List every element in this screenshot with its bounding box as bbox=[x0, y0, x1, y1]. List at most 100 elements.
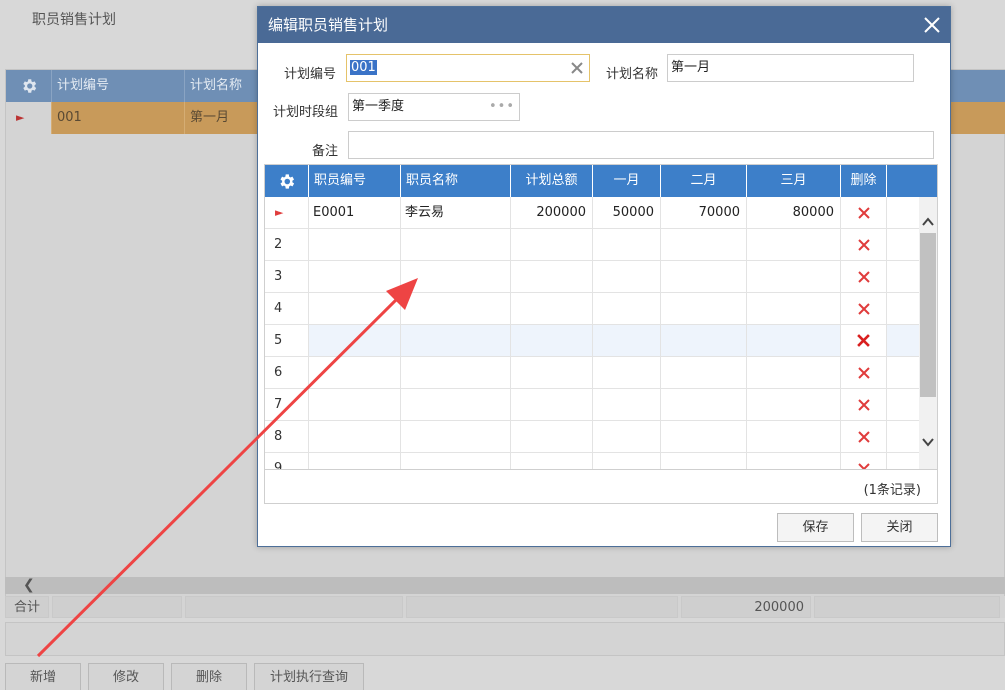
delete-row-icon[interactable] bbox=[841, 197, 887, 228]
delete-row-icon[interactable] bbox=[841, 357, 887, 388]
cell-month1[interactable] bbox=[593, 357, 661, 388]
table-row-hovered[interactable]: 5 bbox=[265, 325, 919, 357]
cell-month1[interactable] bbox=[593, 229, 661, 260]
column-header-emp-no[interactable]: 职员编号 bbox=[309, 165, 401, 197]
delete-row-icon[interactable] bbox=[841, 325, 887, 356]
column-header-emp-name[interactable]: 职员名称 bbox=[401, 165, 511, 197]
cell-month3[interactable] bbox=[747, 453, 841, 469]
cell-emp-no[interactable] bbox=[309, 261, 401, 292]
scroll-up-icon[interactable] bbox=[921, 215, 935, 229]
cell-month2[interactable]: 70000 bbox=[661, 197, 747, 228]
scrollbar-thumb[interactable] bbox=[920, 233, 936, 397]
cell-emp-no[interactable]: E0001 bbox=[309, 197, 401, 228]
cell-month1[interactable] bbox=[593, 325, 661, 356]
delete-row-icon[interactable] bbox=[841, 389, 887, 420]
cell-month2[interactable] bbox=[661, 389, 747, 420]
cell-month1[interactable]: 50000 bbox=[593, 197, 661, 228]
cell-emp-no[interactable] bbox=[309, 389, 401, 420]
plan-no-input[interactable]: 001 bbox=[346, 54, 590, 82]
cell-emp-no[interactable] bbox=[309, 229, 401, 260]
cell-total[interactable] bbox=[511, 357, 593, 388]
cell-emp-name[interactable] bbox=[401, 325, 511, 356]
table-row[interactable]: 4 bbox=[265, 293, 919, 325]
cell-month3[interactable] bbox=[747, 261, 841, 292]
cell-month3[interactable] bbox=[747, 325, 841, 356]
cell-month1[interactable] bbox=[593, 389, 661, 420]
cell-total[interactable] bbox=[511, 229, 593, 260]
delete-row-icon[interactable] bbox=[841, 229, 887, 260]
cell-emp-no[interactable] bbox=[309, 357, 401, 388]
close-button[interactable]: 关闭 bbox=[861, 513, 938, 542]
table-row[interactable]: 3 bbox=[265, 261, 919, 293]
vertical-scrollbar[interactable] bbox=[919, 197, 937, 469]
cell-total[interactable] bbox=[511, 453, 593, 469]
delete-row-icon[interactable] bbox=[841, 453, 887, 469]
cell-emp-name[interactable] bbox=[401, 293, 511, 324]
save-button[interactable]: 保存 bbox=[777, 513, 854, 542]
scroll-down-icon[interactable] bbox=[921, 435, 935, 449]
cell-month1[interactable] bbox=[593, 261, 661, 292]
column-header-total[interactable]: 计划总额 bbox=[511, 165, 593, 197]
table-row[interactable]: 6 bbox=[265, 357, 919, 389]
cell-month2[interactable] bbox=[661, 293, 747, 324]
table-row[interactable]: 8 bbox=[265, 421, 919, 453]
scroll-left-icon[interactable]: ❮ bbox=[23, 577, 35, 594]
edit-button[interactable]: 修改 bbox=[88, 663, 164, 690]
cell-emp-name[interactable] bbox=[401, 453, 511, 469]
cell-month3[interactable] bbox=[747, 293, 841, 324]
column-header-month1[interactable]: 一月 bbox=[593, 165, 661, 197]
plan-name-input[interactable]: 第一月 bbox=[667, 54, 914, 82]
delete-button[interactable]: 删除 bbox=[171, 663, 247, 690]
horizontal-scrollbar[interactable]: ❮ bbox=[5, 577, 1005, 594]
grid-settings-gear-icon[interactable] bbox=[6, 70, 52, 102]
table-row[interactable]: 7 bbox=[265, 389, 919, 421]
cell-month1[interactable] bbox=[593, 453, 661, 469]
cell-total[interactable] bbox=[511, 261, 593, 292]
cell-emp-name[interactable] bbox=[401, 357, 511, 388]
column-header-month2[interactable]: 二月 bbox=[661, 165, 747, 197]
cell-month1[interactable] bbox=[593, 293, 661, 324]
close-icon[interactable] bbox=[922, 15, 942, 35]
column-header-plan-no[interactable]: 计划编号 bbox=[52, 70, 185, 102]
cell-emp-no[interactable] bbox=[309, 325, 401, 356]
cell-month2[interactable] bbox=[661, 453, 747, 469]
table-row[interactable]: 9 bbox=[265, 453, 919, 469]
cell-month2[interactable] bbox=[661, 325, 747, 356]
cell-emp-name[interactable] bbox=[401, 421, 511, 452]
column-header-month3[interactable]: 三月 bbox=[747, 165, 841, 197]
period-group-picker[interactable]: 第一季度 ••• bbox=[348, 93, 520, 121]
cell-month3[interactable] bbox=[747, 389, 841, 420]
table-row[interactable]: 2 bbox=[265, 229, 919, 261]
cell-emp-name[interactable] bbox=[401, 389, 511, 420]
cell-total[interactable]: 200000 bbox=[511, 197, 593, 228]
cell-month3[interactable]: 80000 bbox=[747, 197, 841, 228]
cell-month3[interactable] bbox=[747, 421, 841, 452]
cell-month2[interactable] bbox=[661, 357, 747, 388]
cell-emp-name[interactable] bbox=[401, 261, 511, 292]
add-button[interactable]: 新增 bbox=[5, 663, 81, 690]
cell-total[interactable] bbox=[511, 421, 593, 452]
cell-total[interactable] bbox=[511, 325, 593, 356]
cell-month2[interactable] bbox=[661, 229, 747, 260]
cell-emp-no[interactable] bbox=[309, 421, 401, 452]
cell-emp-name[interactable]: 李云易 bbox=[401, 197, 511, 228]
cell-emp-no[interactable] bbox=[309, 293, 401, 324]
delete-row-icon[interactable] bbox=[841, 261, 887, 292]
remark-input[interactable] bbox=[348, 131, 934, 159]
clear-icon[interactable] bbox=[569, 60, 585, 76]
delete-row-icon[interactable] bbox=[841, 421, 887, 452]
cell-total[interactable] bbox=[511, 389, 593, 420]
cell-month3[interactable] bbox=[747, 229, 841, 260]
table-row[interactable]: ► E0001 李云易 200000 50000 70000 80000 bbox=[265, 197, 919, 229]
plan-execution-query-button[interactable]: 计划执行查询 bbox=[254, 663, 364, 690]
cell-month2[interactable] bbox=[661, 261, 747, 292]
cell-emp-no[interactable] bbox=[309, 453, 401, 469]
cell-month2[interactable] bbox=[661, 421, 747, 452]
cell-month1[interactable] bbox=[593, 421, 661, 452]
cell-month3[interactable] bbox=[747, 357, 841, 388]
ellipsis-icon[interactable]: ••• bbox=[489, 94, 515, 120]
cell-emp-name[interactable] bbox=[401, 229, 511, 260]
grid-settings-gear-icon[interactable] bbox=[265, 165, 309, 197]
delete-row-icon[interactable] bbox=[841, 293, 887, 324]
cell-total[interactable] bbox=[511, 293, 593, 324]
